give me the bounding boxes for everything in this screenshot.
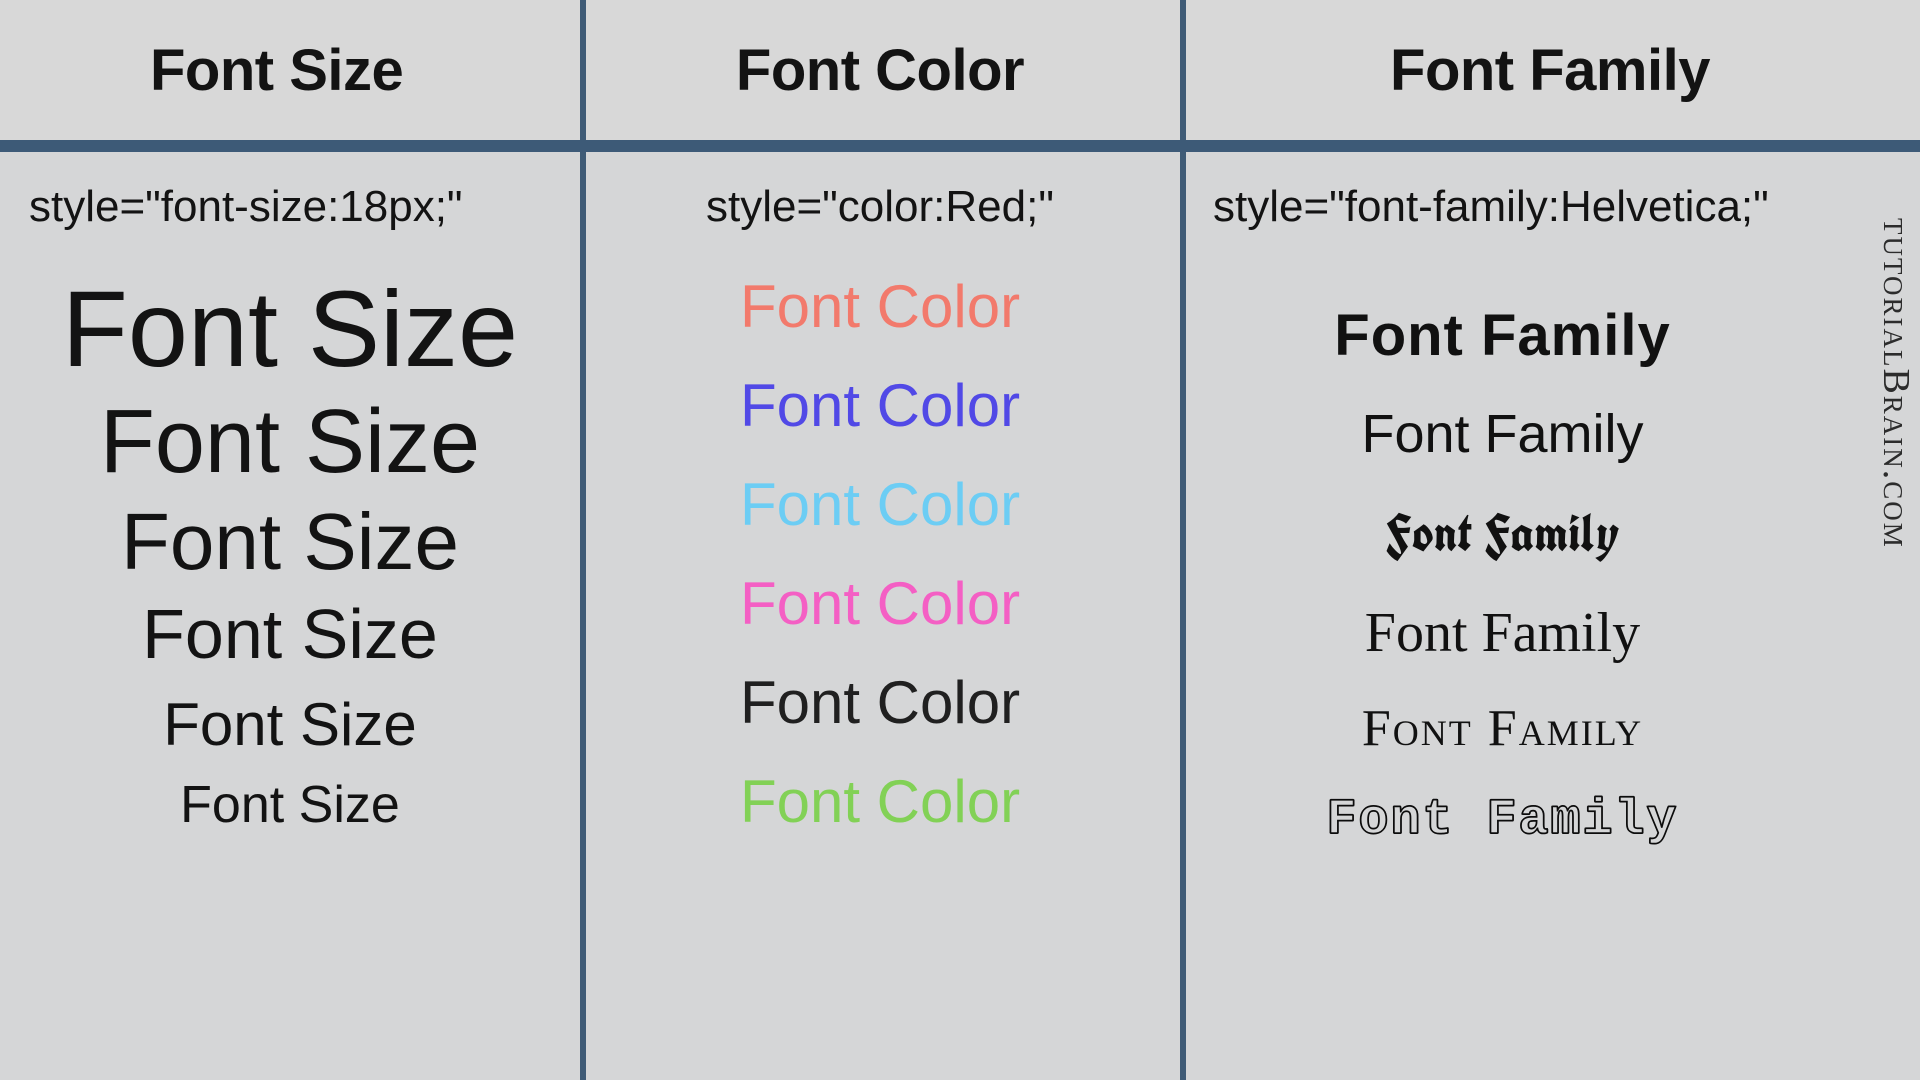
font-color-sample: Font Color: [605, 668, 1155, 737]
font-color-sample: Font Color: [605, 470, 1155, 539]
font-size-sample: Font Size: [25, 395, 555, 490]
font-size-sample: Font Size: [25, 778, 555, 833]
font-family-sample: Font Family: [1205, 601, 1800, 665]
vertical-divider: [1180, 0, 1186, 1080]
syntax-font-size: style="font-size:18px;": [25, 182, 555, 232]
font-size-sample: Font Size: [25, 500, 555, 584]
syntax-font-color: style="color:Red;": [605, 182, 1155, 232]
horizontal-divider: [0, 140, 1920, 152]
font-family-sample: Font Family: [1205, 792, 1800, 849]
watermark-text: tutorialBrain.com: [1874, 218, 1918, 549]
header-row: Font Size Font Color Font Family: [0, 0, 1920, 140]
header-font-size: Font Size: [0, 0, 580, 140]
vertical-divider: [580, 0, 586, 1080]
font-size-sample: Font Size: [25, 272, 555, 385]
tutorial-font-comparison: Font Size Font Color Font Family style="…: [0, 0, 1920, 1080]
font-size-sample: Font Size: [25, 598, 555, 672]
font-color-sample: Font Color: [605, 569, 1155, 638]
font-size-sample: Font Size: [25, 693, 555, 756]
syntax-font-family: style="font-family:Helvetica;": [1205, 182, 1800, 232]
column-font-family: style="font-family:Helvetica;" Font Fami…: [1180, 152, 1920, 1080]
font-family-sample: Font Family: [1205, 302, 1800, 369]
font-color-sample: Font Color: [605, 767, 1155, 836]
font-color-sample: Font Color: [605, 371, 1155, 440]
font-family-sample: Font Family: [1205, 499, 1800, 567]
column-font-color: style="color:Red;" Font Color Font Color…: [580, 152, 1180, 1080]
body-row: style="font-size:18px;" Font Size Font S…: [0, 152, 1920, 1080]
font-color-sample: Font Color: [605, 272, 1155, 341]
column-font-size: style="font-size:18px;" Font Size Font S…: [0, 152, 580, 1080]
font-family-sample: Font Family: [1205, 403, 1800, 465]
header-font-color: Font Color: [580, 0, 1180, 140]
font-family-sample: Font Family: [1205, 699, 1800, 758]
header-font-family: Font Family: [1180, 0, 1920, 140]
